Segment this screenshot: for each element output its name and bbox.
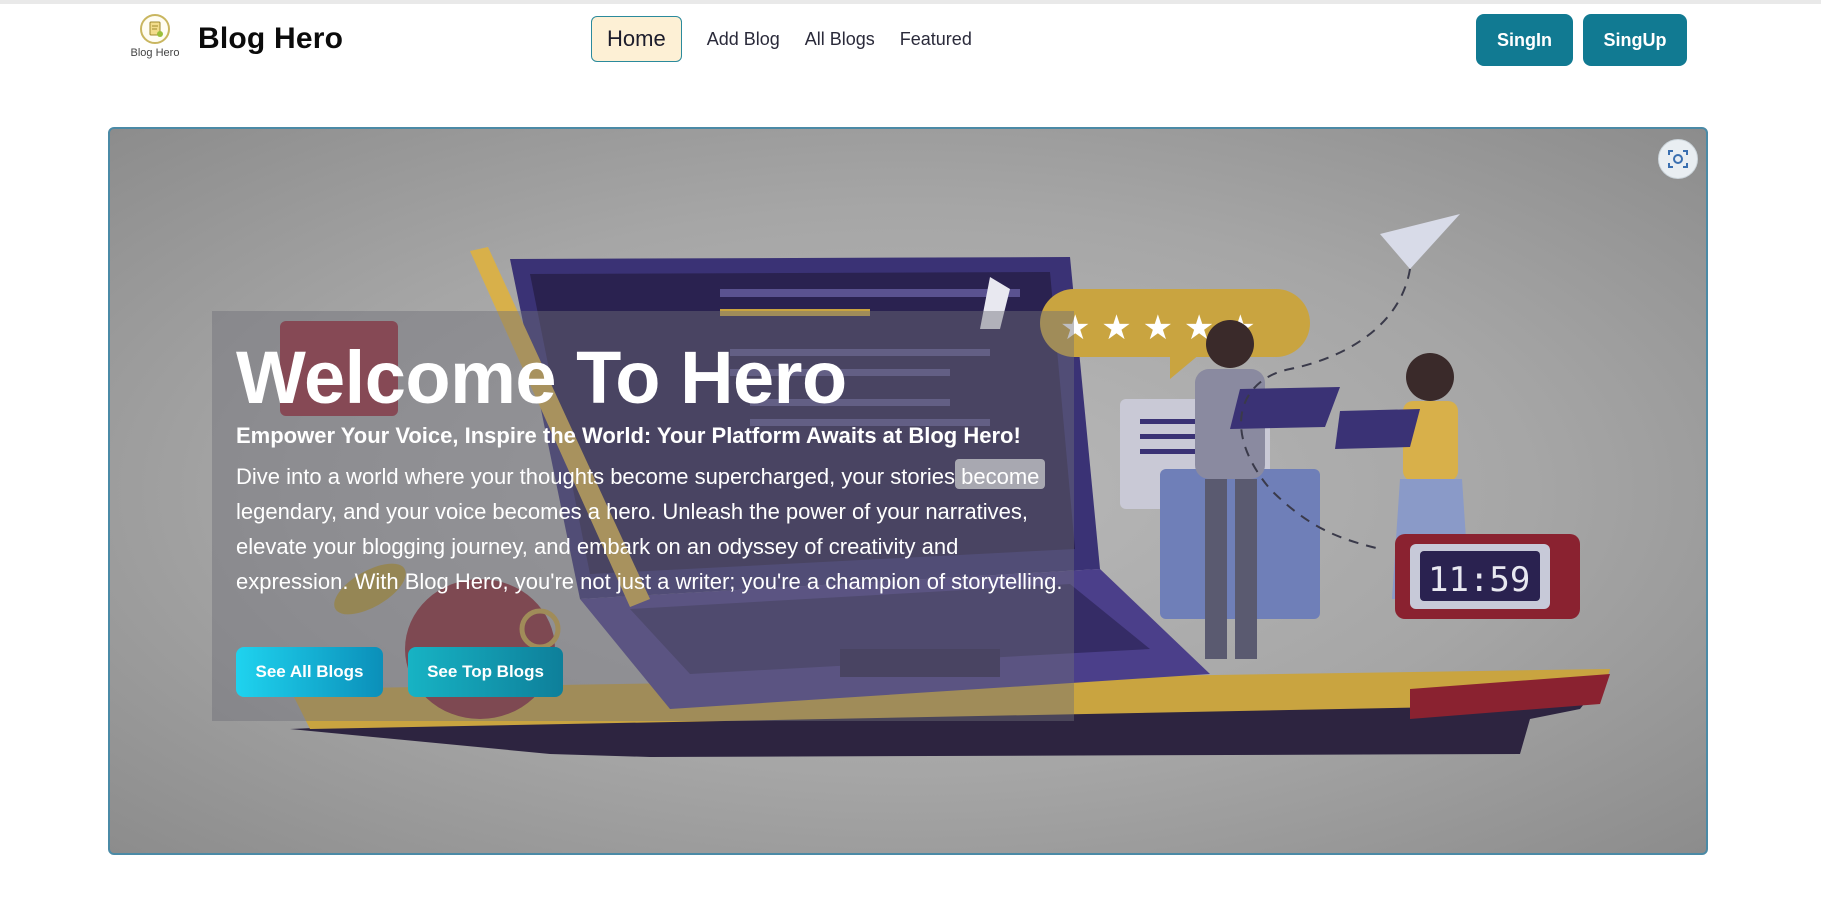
signup-button[interactable]: SingUp	[1583, 14, 1687, 66]
nav-add-blog[interactable]: Add Blog	[707, 29, 780, 50]
nav-all-blogs[interactable]: All Blogs	[805, 29, 875, 50]
logo-caption: Blog Hero	[130, 47, 180, 59]
hero-title: Welcome To Hero	[236, 336, 847, 419]
navbar: Blog Hero Blog Hero Home Add Blog All Bl…	[0, 4, 1821, 84]
main-menu: Home Add Blog All Blogs Featured	[591, 15, 997, 63]
hero-description: Dive into a world where your thoughts be…	[236, 464, 1063, 594]
see-top-blogs-button[interactable]: See Top Blogs	[408, 647, 563, 697]
hero-subtitle: Empower Your Voice, Inspire the World: Y…	[236, 423, 1021, 448]
signin-button[interactable]: SingIn	[1476, 14, 1573, 66]
nav-featured[interactable]: Featured	[900, 29, 972, 50]
logo[interactable]: Blog Hero	[124, 14, 186, 66]
blog-logo-icon	[140, 14, 170, 44]
brand-title[interactable]: Blog Hero	[198, 22, 343, 56]
clock-readout: 11:59	[1428, 560, 1530, 600]
nav-home[interactable]: Home	[591, 16, 682, 62]
visual-search-icon[interactable]	[1658, 139, 1698, 179]
hero-banner: ★ ★ ★ ★ ★ 11:59 Welcome To Hero Empower …	[108, 127, 1708, 855]
see-all-blogs-button[interactable]: See All Blogs	[236, 647, 383, 697]
